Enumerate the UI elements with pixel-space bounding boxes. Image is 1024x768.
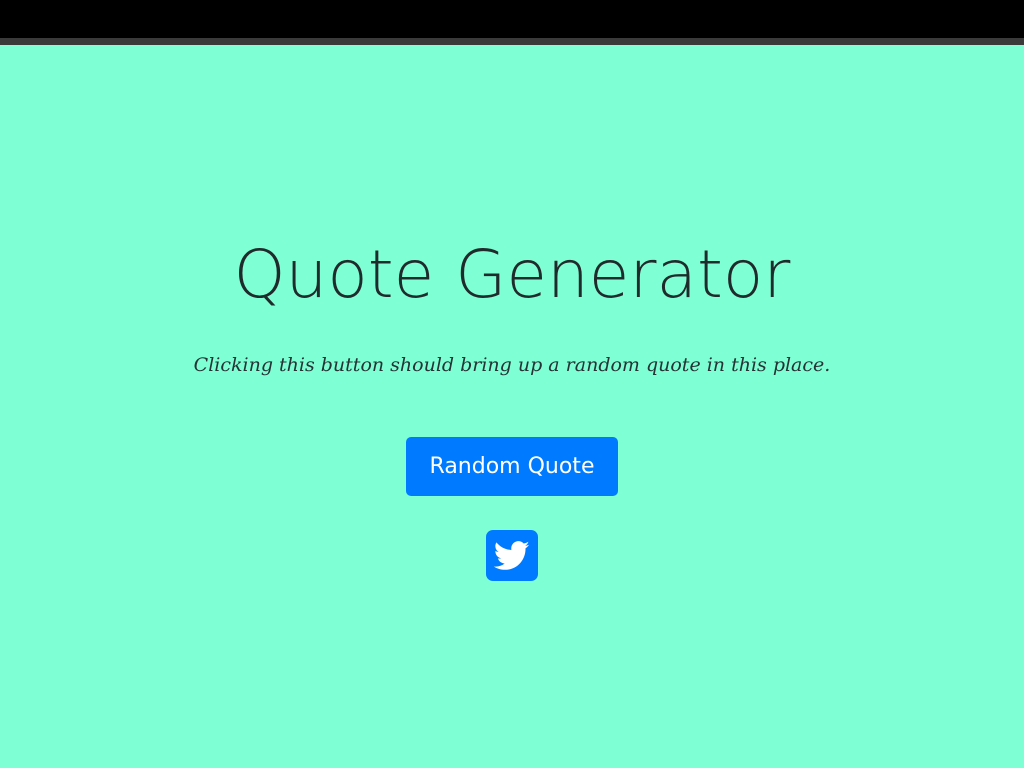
quote-text: Clicking this button should bring up a r… xyxy=(193,354,831,376)
random-quote-button[interactable]: Random Quote xyxy=(406,437,618,496)
page-content: Quote Generator Clicking this button sho… xyxy=(0,45,1024,768)
page-title: Quote Generator xyxy=(233,236,791,313)
browser-top-bar xyxy=(0,0,1024,38)
tweet-button[interactable] xyxy=(486,530,538,581)
top-bar-divider xyxy=(0,38,1024,45)
twitter-icon xyxy=(494,540,530,571)
